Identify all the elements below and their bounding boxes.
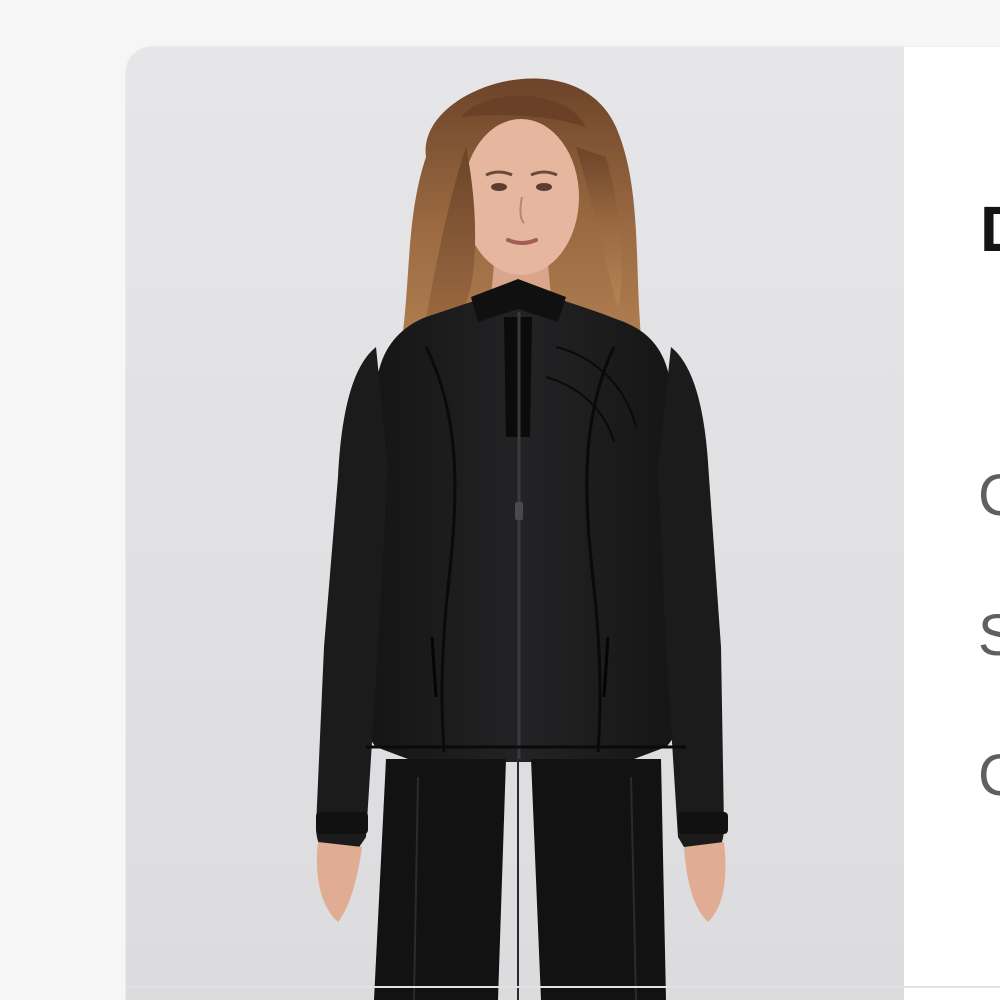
product-detail-line: S: [978, 603, 1000, 668]
page: D C S C: [0, 0, 1000, 1000]
product-photo[interactable]: [126, 47, 904, 1000]
product-detail-line: C: [978, 463, 1000, 528]
product-title[interactable]: D: [980, 197, 1000, 261]
product-card[interactable]: D C S C: [126, 47, 1000, 1000]
product-detail-line: C: [978, 743, 1000, 808]
product-details-panel: D C S C: [904, 47, 1000, 1000]
divider: [126, 986, 1000, 988]
model-illustration: [126, 47, 904, 1000]
